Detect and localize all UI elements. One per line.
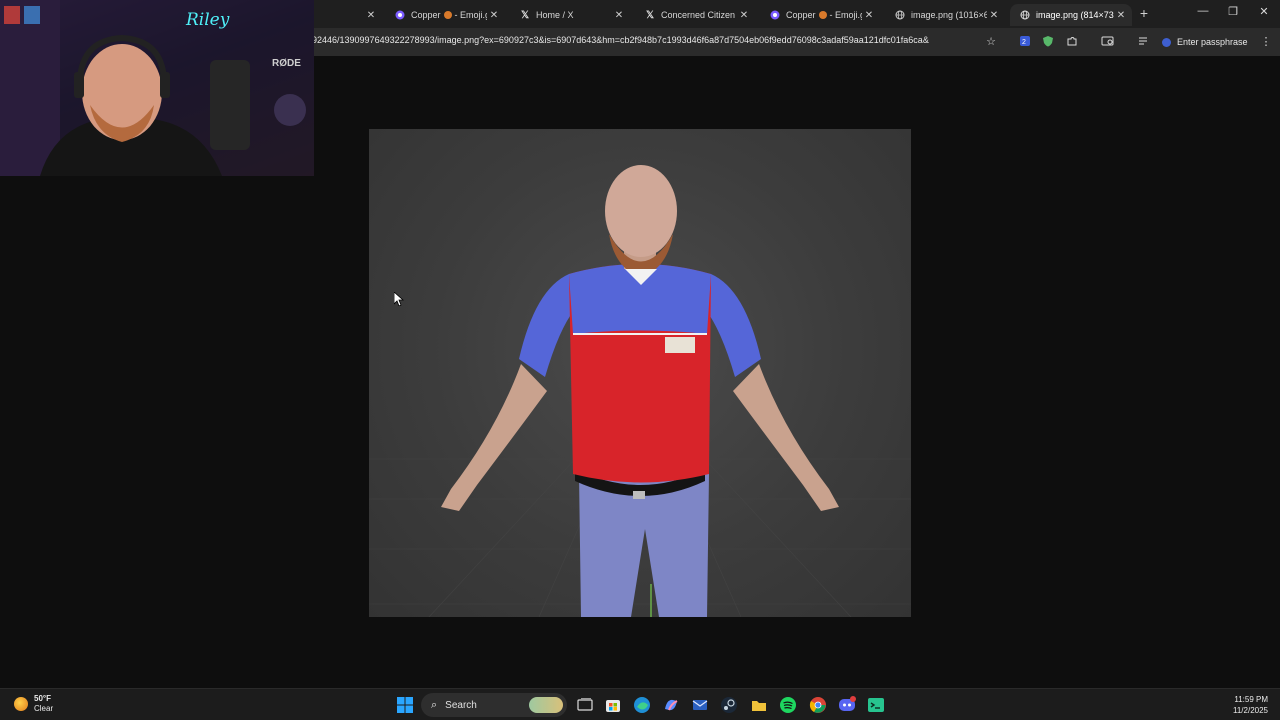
bookmark-star-icon[interactable]: ☆: [984, 35, 998, 49]
webcam-overlay: Riley RØDE: [0, 0, 314, 176]
steam-icon[interactable]: [720, 696, 738, 714]
tab-title-suffix: - Emoji.gg: [829, 10, 862, 20]
x-logo-icon: 𝕏: [645, 9, 655, 21]
close-window-button[interactable]: ✕: [1254, 5, 1274, 21]
tab-close-icon[interactable]: ✕: [737, 10, 751, 21]
extensions-puzzle-icon[interactable]: [1065, 35, 1079, 49]
password-manager-button[interactable]: Enter passphrase: [1162, 34, 1248, 50]
tab-image-1016[interactable]: image.png (1016×62 ✕: [885, 4, 1005, 26]
tab-image-814-active[interactable]: image.png (814×733) ✕: [1010, 4, 1132, 26]
chrome-icon[interactable]: [809, 696, 827, 714]
tab-close-icon[interactable]: ✕: [364, 10, 378, 21]
weather-widget[interactable]: 50°F Clear: [14, 694, 53, 714]
clock-date: 11/2/2025: [1233, 706, 1268, 715]
microsoft-store-icon[interactable]: [604, 696, 622, 714]
mouse-cursor-icon: [394, 292, 404, 306]
tab-close-icon[interactable]: ✕: [987, 10, 1001, 21]
new-tab-button[interactable]: +: [1137, 5, 1151, 23]
streamer-webcam-feed: [0, 0, 314, 176]
tab-close-icon[interactable]: ✕: [487, 10, 501, 21]
emoji-icon: [818, 11, 827, 19]
address-bar[interactable]: 92446/1390997649322278993/image.png?ex=6…: [312, 35, 972, 49]
clock-time: 11:59 PM: [1234, 695, 1268, 704]
tab-title-suffix: - Emoji.gg: [454, 10, 487, 20]
search-label: Search: [445, 699, 477, 711]
tab-title: Copper: [411, 10, 441, 20]
taskbar-search-box[interactable]: ⌕ Search: [421, 693, 567, 717]
search-icon: ⌕: [431, 698, 438, 711]
spotify-icon[interactable]: [779, 696, 797, 714]
media-queue-icon[interactable]: [1137, 35, 1151, 49]
weather-condition: Clear: [34, 704, 54, 713]
globe-icon: [1020, 10, 1030, 20]
copilot-icon[interactable]: [662, 696, 680, 714]
windows-start-icon[interactable]: [396, 696, 414, 714]
weather-temperature: 50°F: [34, 694, 51, 703]
tab-close-icon[interactable]: ✕: [862, 10, 876, 21]
file-explorer-icon[interactable]: [750, 696, 768, 714]
x-logo-icon: 𝕏: [520, 9, 530, 21]
tab-0[interactable]: ✕: [312, 4, 382, 26]
emojigg-icon: [770, 10, 780, 20]
neon-sign: Riley: [186, 10, 230, 30]
emojigg-icon: [395, 10, 405, 20]
extension-icon[interactable]: 2: [1018, 35, 1032, 49]
system-clock[interactable]: 11:59 PM 11/2/2025: [1233, 694, 1268, 716]
shield-icon[interactable]: [1041, 35, 1055, 49]
globe-icon: [895, 10, 905, 20]
terminal-icon[interactable]: [867, 696, 885, 714]
tab-copper-emojigg[interactable]: Copper - Emoji.gg ✕: [385, 4, 505, 26]
passphrase-label: Enter passphrase: [1177, 37, 1248, 47]
edge-icon[interactable]: [633, 696, 651, 714]
tab-title: Copper: [786, 10, 816, 20]
3d-character-render: [369, 165, 911, 617]
character-model-image[interactable]: [369, 129, 911, 617]
windows-taskbar: 50°F Clear ⌕ Search 11:59 PM 11/2/2025: [0, 688, 1280, 720]
svg-text:2: 2: [1022, 39, 1026, 46]
discord-icon[interactable]: [838, 696, 856, 714]
tab-home-x[interactable]: 𝕏 Home / X ✕: [510, 4, 630, 26]
task-view-icon[interactable]: [576, 696, 594, 714]
weather-sun-icon: [14, 697, 28, 711]
microphone-brand-label: RØDE: [272, 58, 301, 69]
profile-avatar-icon: [1162, 37, 1171, 47]
tab-close-icon[interactable]: ✕: [1114, 10, 1128, 21]
search-highlight-icon: [529, 697, 563, 713]
screen-cast-icon[interactable]: [1100, 35, 1114, 49]
minimize-button[interactable]: —: [1193, 5, 1213, 21]
mail-icon[interactable]: [691, 696, 709, 714]
tab-close-icon[interactable]: ✕: [612, 10, 626, 21]
tab-concerned-citizen[interactable]: 𝕏 Concerned Citizen on ✕: [635, 4, 755, 26]
restore-button[interactable]: ❐: [1223, 5, 1243, 21]
tab-copper-emojigg-2[interactable]: Copper - Emoji.gg ✕: [760, 4, 880, 26]
emoji-icon: [443, 11, 452, 19]
browser-menu-icon[interactable]: ⋮: [1259, 35, 1273, 49]
